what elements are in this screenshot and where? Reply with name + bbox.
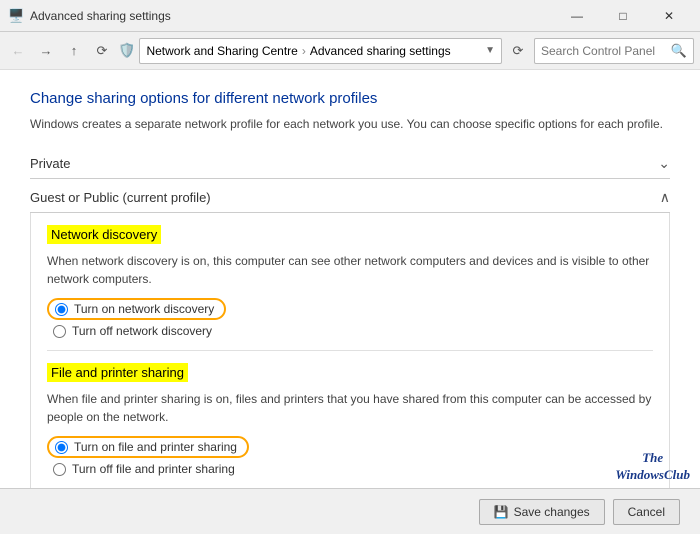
minimize-button[interactable]: —: [554, 0, 600, 32]
search-box[interactable]: 🔍: [534, 38, 694, 64]
network-discovery-on-option[interactable]: Turn on network discovery: [47, 298, 653, 320]
forward-button[interactable]: →: [34, 39, 58, 63]
cancel-label: Cancel: [628, 505, 665, 519]
breadcrumb-item-1: Network and Sharing Centre: [146, 44, 297, 58]
up-button[interactable]: ↑: [62, 39, 86, 63]
network-discovery-description: When network discovery is on, this compu…: [47, 252, 653, 288]
network-discovery-options: Turn on network discovery Turn off netwo…: [47, 298, 653, 338]
network-discovery-on-highlighted: Turn on network discovery: [47, 298, 226, 320]
network-discovery-off-radio[interactable]: [53, 325, 66, 338]
main-content: Change sharing options for different net…: [0, 70, 700, 488]
file-sharing-label: File and printer sharing: [47, 363, 188, 382]
search-icon: 🔍: [671, 43, 687, 59]
file-sharing-subsection: File and printer sharing When file and p…: [47, 363, 653, 476]
watermark-line1: The: [615, 450, 690, 467]
titlebar-title: Advanced sharing settings: [30, 9, 554, 23]
save-label: Save changes: [514, 505, 590, 519]
maximize-button[interactable]: □: [600, 0, 646, 32]
save-changes-button[interactable]: 💾 Save changes: [479, 499, 605, 525]
shield-icon: 🛡️: [118, 42, 135, 59]
guest-chevron-icon: ∧: [660, 189, 670, 206]
file-sharing-off-option[interactable]: Turn off file and printer sharing: [47, 462, 653, 476]
network-discovery-off-label: Turn off network discovery: [72, 324, 212, 338]
file-sharing-on-radio[interactable]: [55, 441, 68, 454]
network-discovery-off-option[interactable]: Turn off network discovery: [47, 324, 653, 338]
reload-button[interactable]: ⟳: [506, 39, 530, 63]
divider-1: [47, 350, 653, 351]
breadcrumb-item-2: Advanced sharing settings: [310, 44, 451, 58]
breadcrumb[interactable]: Network and Sharing Centre › Advanced sh…: [139, 38, 502, 64]
bottombar: 💾 Save changes Cancel: [0, 488, 700, 534]
back-button[interactable]: ←: [6, 39, 30, 63]
private-section-header[interactable]: Private ⌄: [30, 149, 670, 179]
file-sharing-on-option[interactable]: Turn on file and printer sharing: [47, 436, 653, 458]
network-discovery-label: Network discovery: [47, 225, 161, 244]
network-discovery-subsection: Network discovery When network discovery…: [47, 225, 653, 338]
private-chevron-icon: ⌄: [658, 155, 670, 172]
refresh-button[interactable]: ⟳: [90, 39, 114, 63]
titlebar: 🖥️ Advanced sharing settings — □ ✕: [0, 0, 700, 32]
close-button[interactable]: ✕: [646, 0, 692, 32]
watermark-line2: WindowsClub: [615, 467, 690, 484]
file-sharing-on-label: Turn on file and printer sharing: [74, 440, 237, 454]
page-title: Change sharing options for different net…: [30, 90, 670, 107]
file-sharing-description: When file and printer sharing is on, fil…: [47, 390, 653, 426]
page-subtitle: Windows creates a separate network profi…: [30, 115, 670, 133]
file-sharing-off-label: Turn off file and printer sharing: [72, 462, 235, 476]
watermark: The WindowsClub: [615, 450, 690, 484]
dropdown-icon: ▼: [485, 45, 495, 56]
search-input[interactable]: [541, 44, 671, 58]
titlebar-icon: 🖥️: [8, 8, 24, 24]
private-label: Private: [30, 156, 70, 171]
file-sharing-on-highlighted: Turn on file and printer sharing: [47, 436, 249, 458]
guest-section-content: Network discovery When network discovery…: [30, 213, 670, 488]
file-sharing-options: Turn on file and printer sharing Turn of…: [47, 436, 653, 476]
guest-section-header[interactable]: Guest or Public (current profile) ∧: [30, 183, 670, 213]
network-discovery-on-radio[interactable]: [55, 303, 68, 316]
save-icon: 💾: [494, 505, 509, 519]
guest-label: Guest or Public (current profile): [30, 190, 211, 205]
titlebar-controls: — □ ✕: [554, 0, 692, 32]
file-sharing-off-radio[interactable]: [53, 463, 66, 476]
breadcrumb-separator: ›: [302, 44, 306, 58]
cancel-button[interactable]: Cancel: [613, 499, 680, 525]
network-discovery-on-label: Turn on network discovery: [74, 302, 214, 316]
addressbar: ← → ↑ ⟳ 🛡️ Network and Sharing Centre › …: [0, 32, 700, 70]
